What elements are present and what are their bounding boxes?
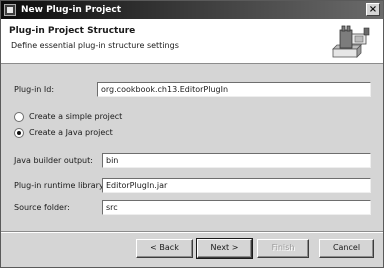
runtime-library-label: Plug-in runtime library:	[14, 181, 106, 190]
create-simple-project-option[interactable]: Create a simple project	[14, 111, 214, 123]
simple-project-label: Create a simple project	[29, 112, 123, 121]
create-java-project-option[interactable]: Create a Java project	[14, 127, 214, 139]
wizard-banner: Plug-in Project Structure Define essenti…	[1, 19, 383, 64]
window-title: New Plug-in Project	[21, 5, 122, 15]
page-description: Define essential plug-in structure setti…	[11, 41, 179, 50]
java-project-label: Create a Java project	[29, 128, 113, 137]
simple-project-radio[interactable]	[14, 112, 24, 122]
cancel-button[interactable]: Cancel	[319, 239, 374, 258]
runtime-library-field[interactable]: EditorPlugIn.jar	[102, 178, 371, 193]
java-builder-output-label: Java builder output:	[14, 156, 93, 165]
java-builder-output-field[interactable]: bin	[102, 153, 371, 168]
close-button[interactable]: ×	[366, 3, 380, 16]
title-bar[interactable]: New Plug-in Project ×	[1, 1, 383, 19]
source-folder-label: Source folder:	[14, 203, 70, 212]
new-plugin-project-dialog: New Plug-in Project × Plug-in Project St…	[0, 0, 384, 268]
window-icon	[4, 4, 16, 16]
page-title: Plug-in Project Structure	[9, 26, 136, 36]
plugin-wizard-icon	[332, 25, 370, 58]
source-folder-field[interactable]: src	[102, 200, 371, 215]
finish-button[interactable]: Finish	[257, 239, 309, 258]
back-button[interactable]: < Back	[136, 239, 193, 258]
next-button[interactable]: Next >	[196, 238, 253, 259]
button-bar-separator	[1, 231, 383, 233]
plugin-id-field[interactable]: org.cookbook.ch13.EditorPlugIn	[97, 82, 371, 97]
wizard-content: Plug-in Id: org.cookbook.ch13.EditorPlug…	[1, 65, 383, 231]
plugin-id-label: Plug-in Id:	[14, 85, 55, 94]
java-project-radio[interactable]	[14, 128, 24, 138]
